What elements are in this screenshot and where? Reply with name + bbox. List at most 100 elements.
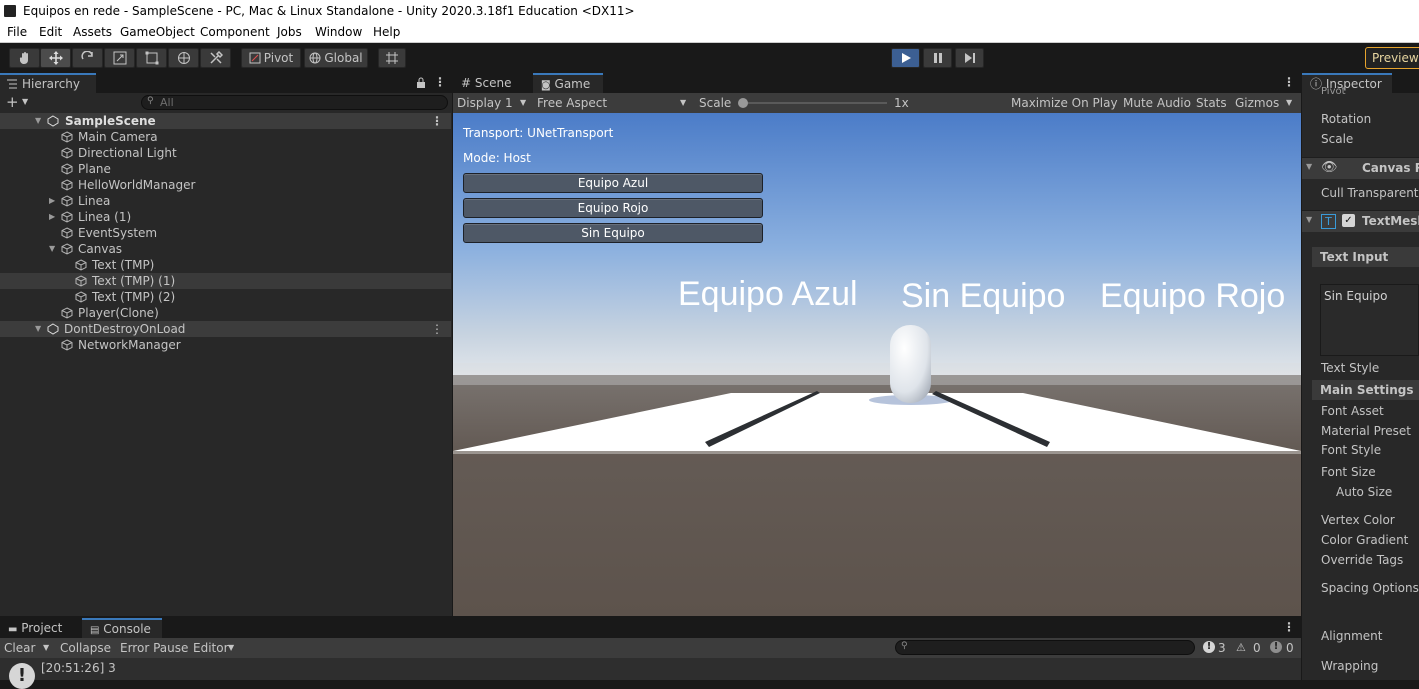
error-icon[interactable]: ! [1270, 641, 1282, 653]
menu-gameobject[interactable]: GameObject [120, 25, 195, 39]
gameobject-cube-icon [75, 275, 87, 287]
gizmos-toggle[interactable]: Gizmos [1235, 96, 1279, 110]
editor-dropdown[interactable]: Editor [193, 641, 229, 655]
scale-slider-handle[interactable] [738, 98, 748, 108]
textmesh-header[interactable]: ▼ T ✓ TextMesh [1302, 210, 1419, 232]
pivot-toggle-button[interactable]: Pivot [241, 48, 301, 68]
warning-icon[interactable]: ⚠ [1236, 641, 1246, 654]
hierarchy-row-label: EventSystem [78, 226, 158, 240]
auto-size-label: Auto Size [1336, 485, 1393, 499]
clear-button[interactable]: Clear [4, 641, 35, 655]
hierarchy-row-dontdestroyonload[interactable]: ▼ DontDestroyOnLoad ⋮ [0, 321, 451, 337]
expand-arrow-icon[interactable]: ▼ [35, 113, 41, 129]
step-button[interactable] [955, 48, 984, 68]
stats-toggle[interactable]: Stats [1196, 96, 1227, 110]
console-panel: ▬ Project ▤ Console ⋮ Clear ▼ Collapse E… [0, 618, 1301, 689]
tab-inspector[interactable]: ⓘ Inspector [1302, 73, 1392, 93]
chevron-down-icon[interactable]: ▼ [43, 643, 49, 652]
expand-arrow-icon[interactable]: ▼ [49, 241, 55, 257]
gameobject-cube-icon [61, 163, 73, 175]
equipo-rojo-button[interactable]: Equipo Rojo [463, 198, 763, 218]
play-button[interactable] [891, 48, 920, 68]
maximize-on-play-toggle[interactable]: Maximize On Play [1011, 96, 1118, 110]
hierarchy-row[interactable]: ▶ Linea [0, 193, 451, 209]
tab-console[interactable]: ▤ Console [82, 618, 162, 638]
canvas-renderer-header[interactable]: ▼ 👁 Canvas Re [1302, 157, 1419, 179]
tab-hierarchy[interactable]: Hierarchy [0, 73, 96, 93]
collapsed-arrow-icon[interactable]: ▶ [49, 193, 55, 209]
hierarchy-row[interactable]: Directional Light [0, 145, 451, 161]
hand-tool-icon[interactable] [9, 48, 40, 68]
component-enabled-checkbox[interactable]: ✓ [1342, 214, 1355, 227]
menu-component[interactable]: Component [200, 25, 270, 39]
menu-jobs[interactable]: Jobs [277, 25, 302, 39]
hierarchy-row[interactable]: ▶ Linea (1) [0, 209, 451, 225]
hierarchy-menu-icon[interactable]: ⋮ [434, 75, 446, 89]
move-tool-icon[interactable] [40, 48, 71, 68]
menu-window[interactable]: Window [315, 25, 362, 39]
expand-arrow-icon[interactable]: ▼ [35, 321, 41, 337]
hierarchy-row[interactable]: EventSystem [0, 225, 451, 241]
hierarchy-row[interactable]: Text (TMP) (2) [0, 289, 451, 305]
menu-help[interactable]: Help [373, 25, 400, 39]
hierarchy-row[interactable]: ▼ Canvas [0, 241, 451, 257]
rect-tool-icon[interactable] [136, 48, 167, 68]
aspect-dropdown[interactable]: Free Aspect [537, 96, 607, 110]
mode-label: Mode: Host [463, 151, 531, 165]
mute-audio-toggle[interactable]: Mute Audio [1123, 96, 1191, 110]
hierarchy-row-label: Directional Light [78, 146, 177, 160]
hierarchy-row-label: Linea [78, 194, 111, 208]
hierarchy-row-label: Player(Clone) [78, 306, 159, 320]
hierarchy-row-selected[interactable]: Text (TMP) (1) [0, 273, 451, 289]
scene-menu-icon[interactable]: ⋮ [431, 113, 443, 129]
console-log-row[interactable]: ! [20:51:26] 3 [0, 658, 1301, 689]
sin-equipo-button[interactable]: Sin Equipo [463, 223, 763, 243]
scale-slider-track[interactable] [743, 102, 887, 104]
tab-project[interactable]: ▬ Project [0, 618, 78, 638]
main-settings-section[interactable]: Main Settings [1312, 380, 1419, 400]
scale-tool-icon[interactable] [104, 48, 135, 68]
hierarchy-search-input[interactable]: ⚲ All [141, 95, 448, 110]
collapsed-arrow-icon[interactable]: ▶ [49, 209, 55, 225]
gameobject-cube-icon [61, 195, 73, 207]
inspector-tab-strip: ⓘ Inspector [1302, 73, 1419, 93]
menu-file[interactable]: File [7, 25, 27, 39]
lock-icon[interactable] [416, 77, 426, 88]
scene-menu-icon[interactable]: ⋮ [431, 321, 443, 337]
menu-bar: File Edit Assets GameObject Component Jo… [0, 22, 1419, 43]
chevron-down-icon[interactable]: ▼ [22, 97, 28, 106]
text-input-area[interactable]: Sin Equipo [1320, 284, 1419, 356]
hierarchy-row-samplescene[interactable]: ▼ SampleScene ⋮ [0, 113, 451, 129]
collapse-button[interactable]: Collapse [60, 641, 111, 655]
add-icon[interactable]: + [6, 93, 19, 111]
equipo-azul-button[interactable]: Equipo Azul [463, 173, 763, 193]
tab-game-label: Game [554, 77, 591, 91]
text-input-section[interactable]: Text Input [1312, 247, 1419, 267]
hierarchy-row[interactable]: NetworkManager [0, 337, 451, 353]
console-search-input[interactable]: ⚲ [895, 640, 1195, 655]
pause-button[interactable] [923, 48, 952, 68]
console-menu-icon[interactable]: ⋮ [1283, 620, 1295, 634]
hierarchy-row[interactable]: Text (TMP) [0, 257, 451, 273]
global-toggle-button[interactable]: Global [304, 48, 368, 68]
wrapping-label: Wrapping [1321, 659, 1379, 673]
preview-packages-badge[interactable]: Preview [1365, 47, 1419, 69]
error-pause-button[interactable]: Error Pause [120, 641, 188, 655]
hierarchy-row[interactable]: Main Camera [0, 129, 451, 145]
game-menu-icon[interactable]: ⋮ [1283, 75, 1295, 89]
transform-tool-icon[interactable] [168, 48, 199, 68]
grid-snap-icon[interactable] [378, 48, 406, 68]
tab-scene[interactable]: # Scene [453, 73, 533, 93]
hierarchy-row-label: Canvas [78, 242, 123, 256]
info-log-icon[interactable]: ! [1203, 641, 1215, 653]
tab-game[interactable]: ◙ Game [533, 73, 603, 93]
custom-tool-icon[interactable] [200, 48, 231, 68]
hierarchy-row[interactable]: Player(Clone) [0, 305, 451, 321]
menu-assets[interactable]: Assets [73, 25, 112, 39]
menu-edit[interactable]: Edit [39, 25, 62, 39]
rotate-tool-icon[interactable] [72, 48, 103, 68]
hierarchy-row-label: Main Camera [78, 130, 158, 144]
display-dropdown[interactable]: Display 1 [457, 96, 513, 110]
hierarchy-row[interactable]: Plane [0, 161, 451, 177]
hierarchy-row[interactable]: HelloWorldManager [0, 177, 451, 193]
